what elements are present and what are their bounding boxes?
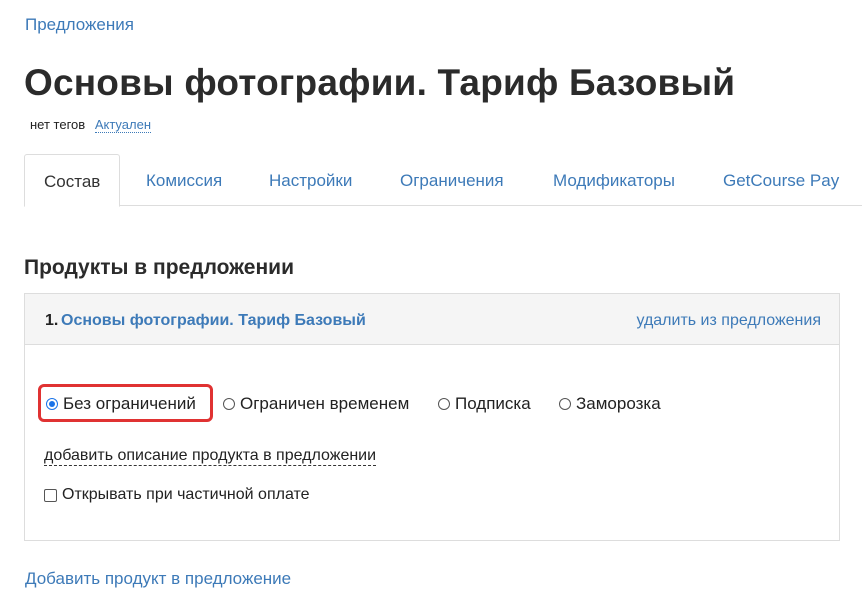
product-panel-header: 1. Основы фотографии. Тариф Базовый удал… (25, 294, 839, 345)
radio-label: Ограничен временем (240, 394, 410, 413)
radio-unchecked-icon[interactable] (223, 398, 235, 410)
tab-getcourse-pay[interactable]: GetCourse Pay (723, 154, 839, 204)
section-title: Продукты в предложении (24, 256, 294, 279)
status-link[interactable]: Актуален (94, 117, 151, 133)
remove-from-offer-link[interactable]: удалить из предложения (636, 312, 821, 330)
page-title: Основы фотографии. Тариф Базовый (24, 62, 736, 103)
radio-unlimited[interactable]: Без ограничений (46, 394, 196, 414)
add-product-link[interactable]: Добавить продукт в предложение (25, 569, 291, 589)
meta-row: нет тегов Актуален (30, 117, 151, 133)
radio-label: Подписка (455, 394, 531, 413)
product-panel: 1. Основы фотографии. Тариф Базовый удал… (24, 293, 840, 541)
tab-commission[interactable]: Комиссия (146, 154, 222, 204)
radio-unchecked-icon[interactable] (438, 398, 450, 410)
tab-modifiers[interactable]: Модификаторы (553, 154, 675, 204)
partial-payment-checkbox[interactable]: Открывать при частичной оплате (44, 486, 310, 504)
product-name-link[interactable]: Основы фотографии. Тариф Базовый (61, 312, 366, 330)
product-number: 1. (45, 312, 59, 329)
tags-label: нет тегов (30, 117, 86, 132)
breadcrumb-offers-link[interactable]: Предложения (25, 15, 134, 35)
add-description-link[interactable]: добавить описание продукта в предложении (44, 447, 377, 466)
radio-checked-icon[interactable] (46, 398, 58, 410)
radio-unchecked-icon[interactable] (559, 398, 571, 410)
radio-freeze[interactable]: Заморозка (559, 394, 661, 414)
checkbox-label: Открывать при частичной оплате (62, 486, 310, 503)
tab-bar: Состав Комиссия Настройки Ограничения Мо… (24, 154, 862, 207)
radio-subscription[interactable]: Подписка (438, 394, 531, 414)
radio-label: Заморозка (576, 394, 661, 413)
tab-restrictions[interactable]: Ограничения (400, 154, 504, 204)
radio-label: Без ограничений (63, 394, 196, 413)
tab-composition[interactable]: Состав (24, 154, 121, 207)
tab-settings[interactable]: Настройки (269, 154, 352, 204)
radio-time-limited[interactable]: Ограничен временем (223, 394, 409, 414)
checkbox-icon[interactable] (44, 488, 57, 502)
